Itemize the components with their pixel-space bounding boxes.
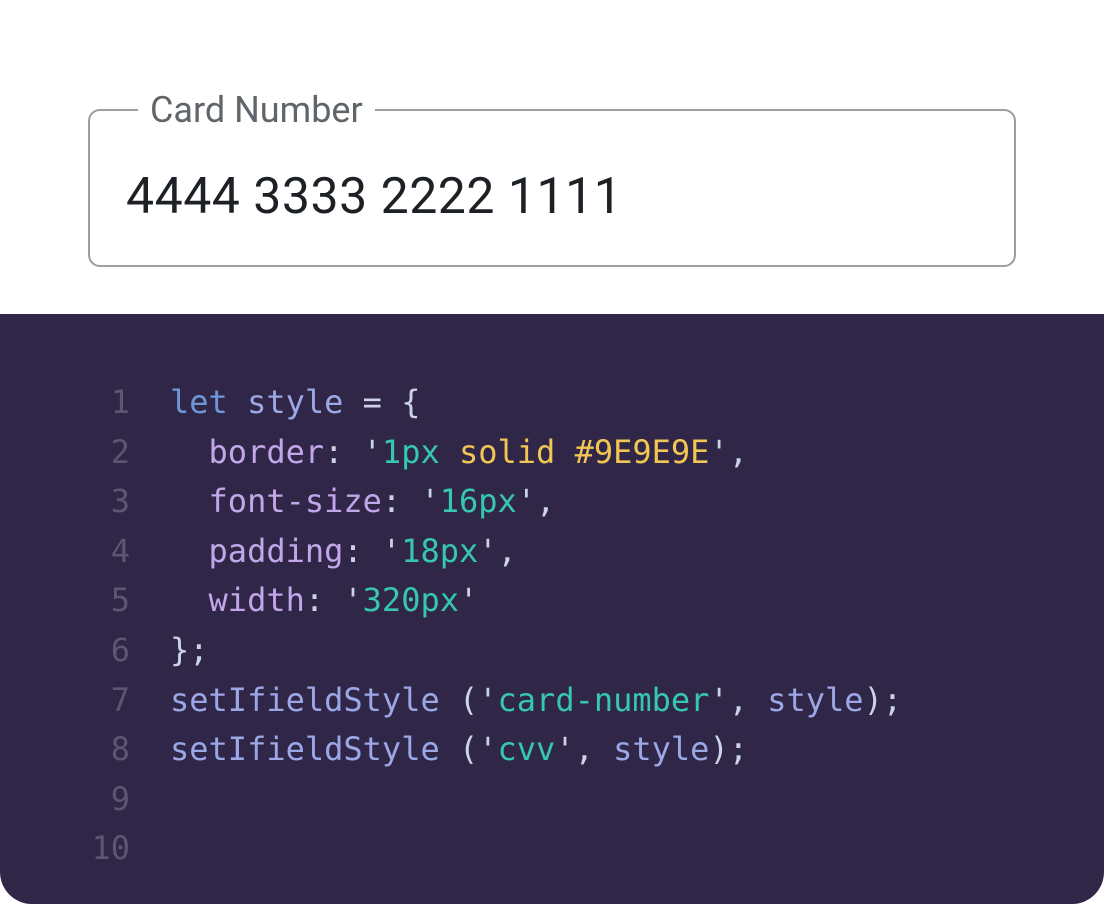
code-line: 2 border: '1px solid #9E9E9E', [72,428,1044,478]
form-preview: Card Number 4444 3333 2222 1111 [0,0,1104,314]
line-number: 6 [72,626,130,676]
line-number: 2 [72,428,130,478]
card-number-label: Card Number [138,92,375,128]
code-editor: 1let style = {2 border: '1px solid #9E9E… [0,314,1104,904]
card-number-field[interactable]: Card Number 4444 3333 2222 1111 [88,92,1016,267]
code-content: setIfieldStyle ('card-number', style); [170,676,902,726]
code-content: }; [170,626,209,676]
line-number: 4 [72,527,130,577]
code-content [170,824,189,874]
code-content: border: '1px solid #9E9E9E', [170,428,748,478]
line-number: 9 [72,775,130,825]
line-number: 1 [72,378,130,428]
code-line: 6}; [72,626,1044,676]
code-body: 1let style = {2 border: '1px solid #9E9E… [72,378,1044,874]
code-content: let style = { [170,378,420,428]
code-line: 9 [72,775,1044,825]
code-line: 8 setIfieldStyle ('cvv', style); [72,725,1044,775]
code-content: width: '320px' [170,576,478,626]
code-line: 10 [72,824,1044,874]
code-content: font-size: '16px', [170,477,555,527]
code-line: 4 padding: '18px', [72,527,1044,577]
line-number: 7 [72,676,130,726]
line-number: 8 [72,725,130,775]
line-number: 3 [72,477,130,527]
app-frame: Card Number 4444 3333 2222 1111 1 let sty… [0,0,1104,904]
code-line: 7 setIfieldStyle ('card-number', style); [72,676,1044,726]
code-content: padding: '18px', [170,527,517,577]
code-line: 3 font-size: '16px', [72,477,1044,527]
code-line: 1 let style = { [72,378,1044,428]
line-number: 10 [72,824,130,874]
code-content [170,775,189,825]
code-line: 5 width: '320px' [72,576,1044,626]
line-number: 5 [72,576,130,626]
code-content: setIfieldStyle ('cvv', style); [170,725,748,775]
card-number-value: 4444 3333 2222 1111 [126,168,622,226]
